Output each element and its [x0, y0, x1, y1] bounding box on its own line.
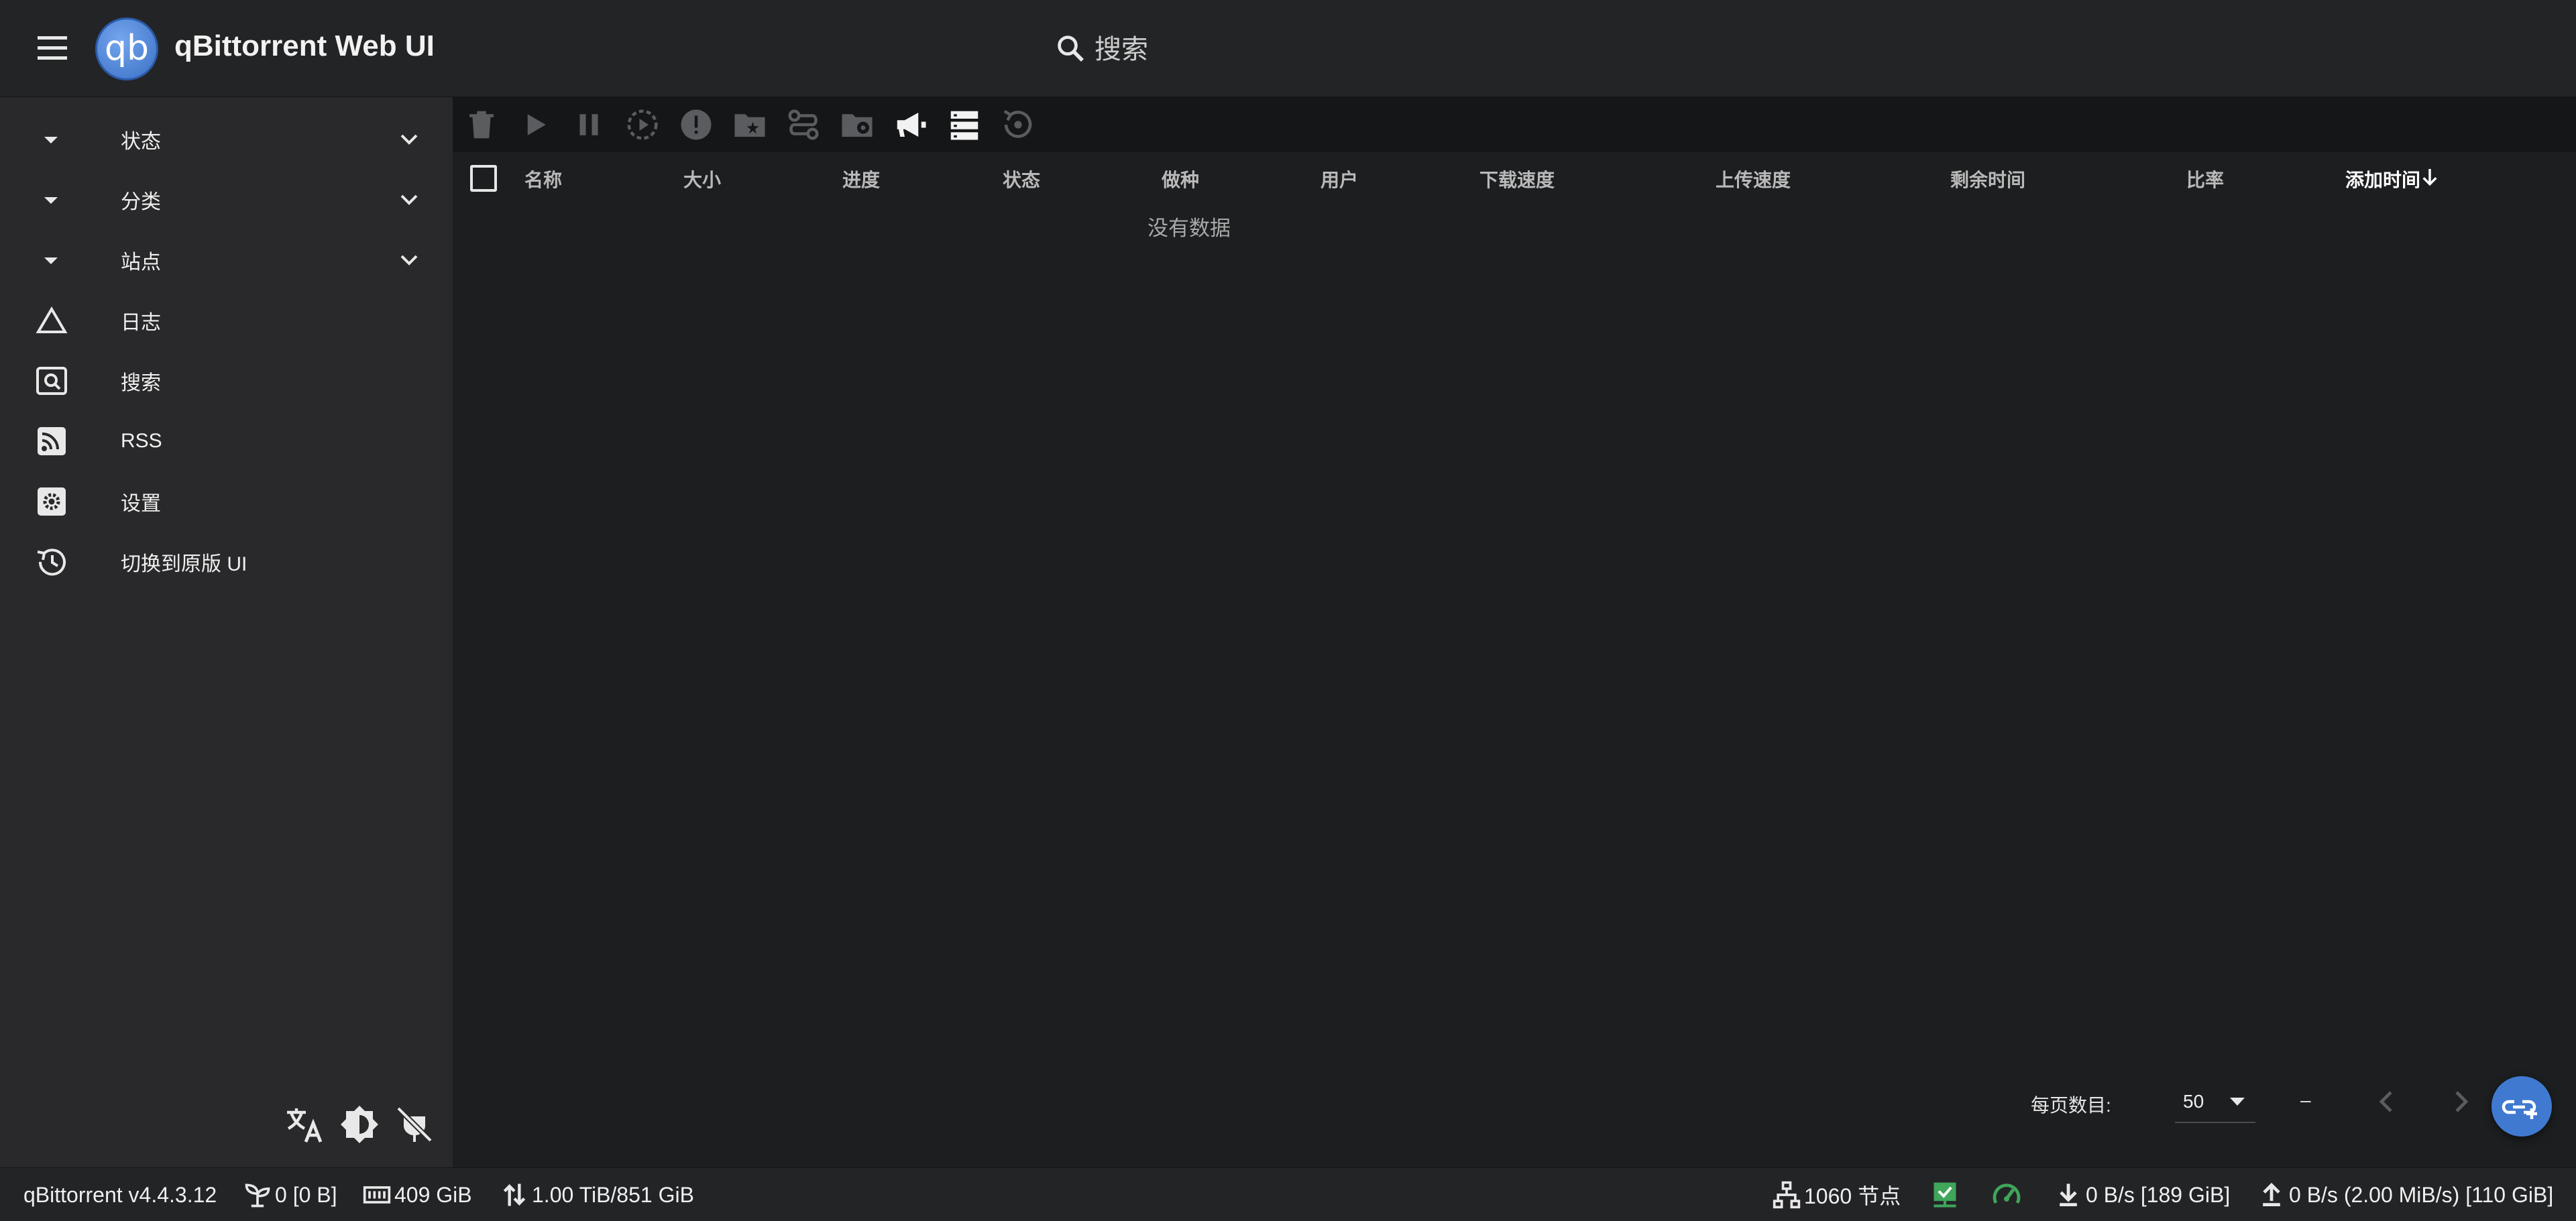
folder-location-icon[interactable]: [839, 107, 875, 143]
dht-nodes-status: 1060 节点: [1772, 1168, 1901, 1221]
status-bar: qBittorrent v4.4.3.12 0 [0 B] 409 GiB 1.…: [0, 1167, 2576, 1221]
sidebar-item-legacy-ui[interactable]: 切换到原版 UI: [0, 532, 453, 592]
alltime-transfer-status: 1.00 TiB/851 GiB: [500, 1168, 694, 1221]
power-plug-off-icon[interactable]: [393, 1103, 436, 1146]
column-progress[interactable]: 进度: [842, 166, 880, 192]
per-page-label: 每页数目:: [2031, 1095, 2111, 1116]
sidebar-item-label: RSS: [121, 430, 162, 452]
speed-limit-icon[interactable]: [1991, 1168, 2023, 1221]
free-space-status: 409 GiB: [362, 1168, 472, 1221]
app-logo: qb: [95, 17, 158, 80]
sidebar-item-label: 切换到原版 UI: [121, 553, 247, 575]
chevron-left-icon[interactable]: [2371, 1086, 2403, 1118]
pagination: 每页数目: 50 –: [453, 1076, 2576, 1137]
add-torrent-link-button[interactable]: [2491, 1076, 2552, 1137]
transfer-icon[interactable]: [785, 107, 822, 143]
app-bar: qb qBittorrent Web UI: [0, 0, 2576, 97]
per-page-value: 50: [2183, 1091, 2204, 1112]
caret-down-icon: [35, 184, 71, 215]
sidebar-item-status[interactable]: 状态: [0, 109, 453, 170]
sidebar-footer: [282, 1103, 443, 1150]
history-icon: [35, 546, 71, 577]
sidebar-item-label: 设置: [121, 493, 161, 515]
column-status[interactable]: 状态: [1003, 166, 1040, 192]
caret-down-icon: [35, 245, 71, 276]
chevron-down-icon[interactable]: [396, 188, 423, 212]
version-label: qBittorrent v4.4.3.12: [23, 1182, 217, 1207]
empty-table-message: 没有数据: [1147, 217, 1231, 240]
caret-down-icon: [2227, 1095, 2247, 1108]
upload-speed-label: 0 B/s (2.00 MiB/s) [110 GiB]: [2289, 1182, 2554, 1207]
search-bar: [1054, 30, 1470, 70]
sidebar-item-sites[interactable]: 站点: [0, 230, 453, 290]
alert-icon[interactable]: [678, 107, 714, 143]
menu-icon[interactable]: [35, 32, 72, 64]
sidebar-item-log[interactable]: 日志: [0, 290, 453, 351]
chevron-down-icon[interactable]: [396, 248, 423, 272]
column-name[interactable]: 名称: [524, 166, 562, 192]
column-peers[interactable]: 用户: [1321, 166, 1358, 192]
theme-icon[interactable]: [338, 1103, 381, 1146]
sidebar-item-label: 搜索: [121, 372, 161, 394]
app-title: qBittorrent Web UI: [174, 30, 435, 62]
search-box-icon: [35, 365, 71, 396]
gear-icon: [35, 486, 71, 517]
connection-status-icon[interactable]: [1930, 1168, 1960, 1221]
triangle-icon: [35, 305, 71, 336]
rss-icon: [35, 426, 71, 457]
download-speed-status: 0 B/s [189 GiB]: [2054, 1168, 2230, 1221]
sprout-icon: [243, 1180, 272, 1210]
column-size[interactable]: 大小: [683, 166, 721, 192]
seeding-status: 0 [0 B]: [243, 1168, 337, 1221]
recheck-icon[interactable]: [1000, 107, 1036, 143]
sidebar-item-label: 分类: [121, 191, 161, 213]
page-range: –: [2300, 1090, 2311, 1110]
download-icon: [2054, 1180, 2083, 1210]
upload-speed-status: 0 B/s (2.00 MiB/s) [110 GiB]: [2257, 1168, 2553, 1221]
download-speed-label: 0 B/s [189 GiB]: [2086, 1182, 2231, 1207]
column-ratio[interactable]: 比率: [2186, 166, 2224, 192]
sidebar-item-settings[interactable]: 设置: [0, 471, 453, 532]
translate-icon[interactable]: [283, 1103, 326, 1146]
sidebar-item-category[interactable]: 分类: [0, 170, 453, 230]
seeding-label: 0 [0 B]: [275, 1182, 337, 1207]
force-start-icon[interactable]: [624, 107, 661, 143]
free-space-label: 409 GiB: [394, 1182, 472, 1207]
sidebar-item-label: 状态: [121, 131, 161, 153]
per-page-select[interactable]: 50: [2175, 1080, 2255, 1123]
swap-vertical-icon: [500, 1180, 529, 1210]
table-header: 名称 大小 进度 状态 做种 用户 下载速度 上传速度 剩余时间 比率 添加时间: [453, 152, 2576, 200]
toolbar: [453, 97, 2576, 152]
column-upload-speed[interactable]: 上传速度: [1716, 166, 1791, 192]
caret-down-icon: [35, 124, 71, 155]
server-icon[interactable]: [946, 107, 983, 143]
column-eta[interactable]: 剩余时间: [1950, 166, 2025, 192]
network-icon: [1772, 1180, 1801, 1210]
chevron-right-icon[interactable]: [2445, 1086, 2477, 1118]
sidebar: 状态 分类 站点 日志 搜索 RSS 设置 切换到原版 UI: [0, 97, 453, 1167]
torrent-panel: 名称 大小 进度 状态 做种 用户 下载速度 上传速度 剩余时间 比率 添加时间…: [453, 97, 2576, 1167]
version-text: qBittorrent v4.4.3.12: [23, 1168, 217, 1221]
sidebar-item-rss[interactable]: RSS: [0, 411, 453, 471]
delete-icon[interactable]: [463, 107, 500, 143]
chevron-down-icon[interactable]: [396, 127, 423, 152]
alltime-transfer-label: 1.00 TiB/851 GiB: [532, 1182, 694, 1207]
select-all-checkbox[interactable]: [470, 165, 497, 192]
sort-arrow-down-icon[interactable]: [2419, 166, 2441, 188]
column-download-speed[interactable]: 下载速度: [1479, 166, 1555, 192]
column-seeds[interactable]: 做种: [1162, 166, 1199, 192]
sidebar-item-label: 站点: [121, 251, 161, 274]
megaphone-icon[interactable]: [893, 107, 929, 143]
search-icon: [1054, 32, 1086, 64]
sidebar-item-label: 日志: [121, 312, 161, 334]
play-icon[interactable]: [517, 107, 553, 143]
upload-icon: [2257, 1180, 2286, 1210]
dht-nodes-label: 1060 节点: [1804, 1184, 1901, 1208]
pause-icon[interactable]: [571, 107, 607, 143]
sidebar-item-search[interactable]: 搜索: [0, 351, 453, 411]
folder-star-icon[interactable]: [732, 107, 768, 143]
search-input[interactable]: [1095, 30, 1457, 70]
column-added-on[interactable]: 添加时间: [2345, 166, 2420, 192]
memory-icon: [362, 1180, 392, 1210]
